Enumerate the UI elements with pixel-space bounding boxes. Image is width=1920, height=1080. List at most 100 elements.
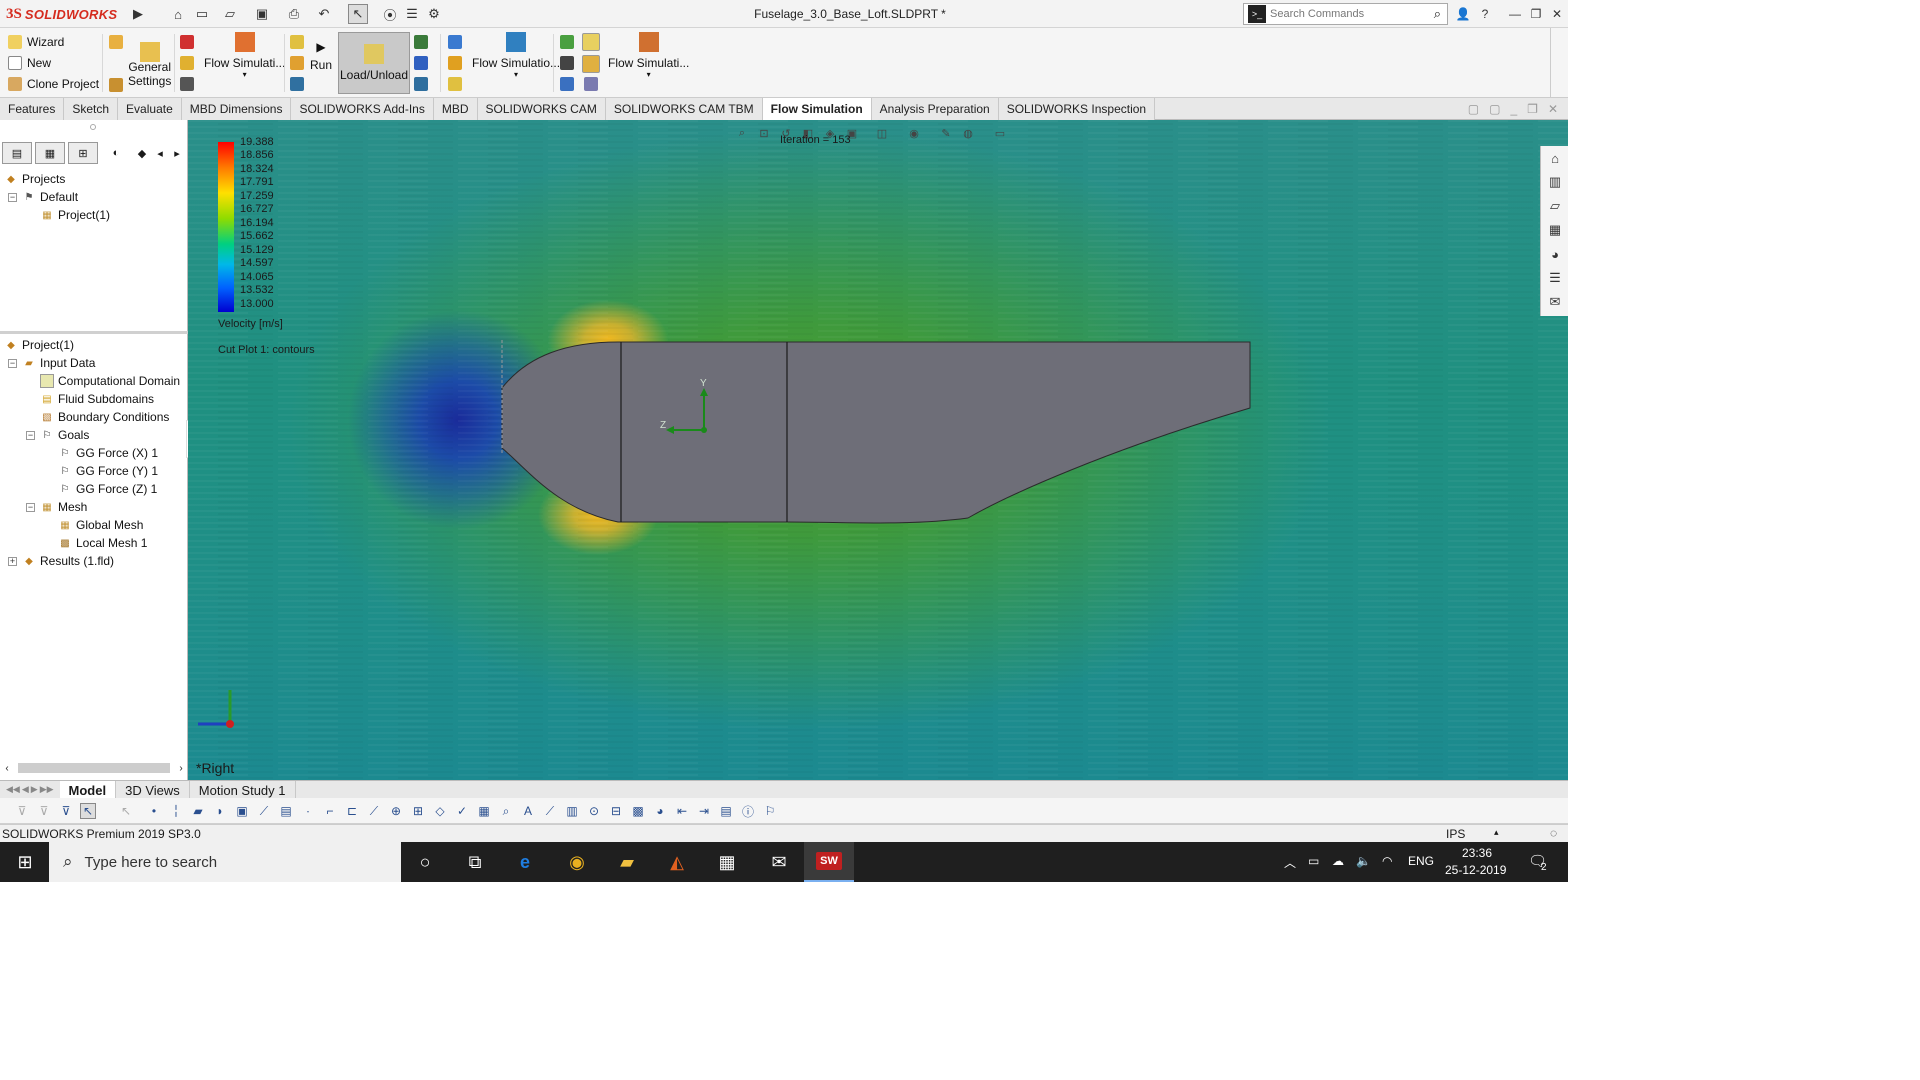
new-project-button[interactable]: New — [8, 53, 51, 73]
clock-time[interactable]: 23:36 — [1462, 846, 1492, 860]
tree-item-global-mesh[interactable]: ▦ Global Mesh — [58, 516, 143, 534]
copy-icon[interactable]: ▤ — [718, 803, 734, 819]
slash-icon[interactable]: ⟋ — [366, 803, 382, 819]
scroll-left-icon[interactable]: ◂ — [153, 142, 167, 164]
flow-simulation-dropdown-1[interactable]: Flow Simulati... ▾ — [204, 32, 285, 79]
file-properties-icon[interactable]: ☰ — [402, 4, 422, 24]
goal-plot-icon[interactable] — [560, 56, 574, 70]
graphics-viewport[interactable]: 19.388 18.856 18.324 17.791 17.259 16.72… — [188, 120, 1568, 780]
target-icon[interactable]: ⊕ — [388, 803, 404, 819]
scroll-left-arrow-icon[interactable]: ‹ — [0, 763, 14, 774]
windows-start-icon[interactable]: ⊞ — [0, 842, 50, 882]
view-settings-icon[interactable]: ▭ — [992, 125, 1008, 141]
mail-icon[interactable]: ✉ — [754, 842, 804, 882]
tab-solidworks-cam-tbm[interactable]: SOLIDWORKS CAM TBM — [605, 98, 763, 120]
settings-small-icon[interactable] — [109, 35, 123, 49]
edit-appearance-icon[interactable]: ✎ — [938, 125, 954, 141]
section-icon[interactable]: ⊞ — [410, 803, 426, 819]
flow-analysis-tab-icon[interactable]: ◆ — [134, 142, 150, 164]
animation-icon[interactable] — [584, 77, 598, 91]
box-icon[interactable]: ▣ — [234, 803, 250, 819]
minimize-doc-icon[interactable]: _ — [1510, 102, 1517, 116]
undo-icon[interactable]: ↶ — [314, 4, 334, 24]
panel-divider[interactable] — [0, 331, 188, 334]
goals-icon[interactable] — [180, 77, 194, 91]
new-document-icon[interactable]: ▭ — [192, 4, 212, 24]
solidworks-resources-icon[interactable]: ⌂ — [1541, 146, 1569, 170]
tab-flow-simulation[interactable]: Flow Simulation — [762, 98, 872, 120]
restore-icon[interactable]: ❐ — [1527, 4, 1545, 24]
reference-triad[interactable] — [188, 680, 248, 740]
search-commands-box[interactable]: >_ Search Commands ⌕ — [1243, 3, 1448, 25]
check-icon[interactable]: ✓ — [454, 803, 470, 819]
last-tab-icon[interactable]: ▶▶ — [40, 784, 54, 795]
fuselage-model[interactable] — [488, 330, 1268, 530]
close-doc-icon[interactable]: ✕ — [1548, 102, 1558, 116]
select-other-icon[interactable]: ↖ — [118, 803, 134, 819]
tab-scroll-controls[interactable]: ◀◀ ◀ ▶ ▶▶ — [0, 781, 60, 798]
point-parameters-icon[interactable] — [448, 77, 462, 91]
tree-item-local-mesh[interactable]: ▩ Local Mesh 1 — [58, 534, 147, 552]
onedrive-icon[interactable]: ☁ — [1332, 854, 1344, 868]
xy-plot-icon[interactable] — [560, 35, 574, 49]
tab-model[interactable]: Model — [59, 781, 117, 799]
dim-xpert-tab-icon[interactable]: ◐ — [101, 142, 131, 164]
calculator-icon[interactable] — [109, 78, 123, 92]
chrome-icon[interactable]: ◉ — [552, 842, 602, 882]
filter-edges-icon[interactable]: ⊽ — [58, 803, 74, 819]
command-manager-scrollbar[interactable] — [1550, 28, 1568, 98]
rotate-icon[interactable]: ◗ — [212, 803, 228, 819]
wizard-button[interactable]: Wizard — [8, 32, 64, 52]
tab-solidworks-add-ins[interactable]: SOLIDWORKS Add-Ins — [291, 98, 434, 120]
menu-expand-arrow-icon[interactable]: ▶ — [128, 4, 148, 24]
text-icon[interactable]: A — [520, 803, 536, 819]
flow-simulation-dropdown-2[interactable]: Flow Simulatio... ▾ — [472, 32, 560, 79]
create-mesh-icon[interactable] — [290, 35, 304, 49]
feature-manager-tab-icon[interactable]: ▤ — [2, 142, 32, 164]
save-icon[interactable]: ▣ — [252, 4, 272, 24]
tree-item-goal-y[interactable]: ⚐ GG Force (Y) 1 — [58, 462, 159, 480]
panel-grip-icon[interactable] — [90, 124, 96, 130]
image-icon[interactable]: ▩ — [630, 803, 646, 819]
custom-properties-icon[interactable]: ☰ — [1541, 266, 1569, 290]
configuration-manager-tab-icon[interactable]: ⊞ — [68, 142, 98, 164]
report-icon[interactable] — [560, 77, 574, 91]
taskbar-search-box[interactable]: ⌕ Type here to search — [49, 842, 401, 882]
surface-parameters-icon[interactable] — [448, 56, 462, 70]
open-icon[interactable]: ▱ — [220, 4, 240, 24]
next-tab-icon[interactable]: ▶ — [31, 784, 38, 795]
appearances-icon[interactable]: ◕ — [1541, 242, 1569, 266]
window-tile-controls[interactable]: ▢ ▢ _ ❐ ✕ — [1468, 98, 1568, 119]
solidworks-taskbar-icon[interactable]: SW — [804, 842, 854, 882]
filter-faces-icon[interactable]: ⊽ — [36, 803, 52, 819]
tile-icon[interactable]: ▢ — [1489, 102, 1500, 116]
scroll-right-arrow-icon[interactable]: › — [174, 763, 188, 774]
info-icon[interactable]: ⓘ — [740, 803, 756, 819]
export-icon[interactable]: ⊟ — [608, 803, 624, 819]
results-options-icon[interactable] — [414, 77, 428, 91]
tree-item-goal-z[interactable]: ⚐ GG Force (Z) 1 — [58, 480, 158, 498]
solidworks-forum-icon[interactable]: ✉ — [1541, 290, 1569, 314]
edge-icon[interactable]: e — [500, 842, 550, 882]
arrow-left-icon[interactable]: ⇤ — [674, 803, 690, 819]
run-button[interactable]: ▶ Run — [310, 40, 332, 72]
matlab-icon[interactable]: ◭ — [652, 842, 702, 882]
load-unload-button[interactable]: Load/Unload — [338, 32, 410, 94]
globe-icon[interactable]: ◕ — [652, 803, 668, 819]
scrollbar-thumb[interactable] — [18, 763, 170, 773]
wifi-icon[interactable]: ◠ — [1382, 854, 1392, 868]
tree-item-projects[interactable]: ◆ Projects — [4, 170, 65, 188]
line-icon[interactable]: ╎ — [168, 803, 184, 819]
horizontal-scrollbar[interactable]: ‹ › — [0, 760, 188, 776]
bulb-icon[interactable] — [582, 33, 600, 51]
zoom-to-fit-icon[interactable]: ⌕ — [734, 125, 750, 141]
print-icon[interactable]: ⎙ — [284, 4, 304, 24]
minimize-icon[interactable]: — — [1506, 4, 1524, 24]
monitor-icon[interactable] — [290, 77, 304, 91]
tree-item-boundary-conditions[interactable]: ▧ Boundary Conditions — [40, 408, 169, 426]
probe-icon[interactable]: ⊙ — [586, 803, 602, 819]
measure-icon[interactable]: ⟋ — [256, 803, 272, 819]
tree-item-default[interactable]: ⚑ Default — [22, 188, 79, 206]
taskbar-search-input[interactable]: Type here to search — [85, 854, 218, 871]
tab-solidworks-inspection[interactable]: SOLIDWORKS Inspection — [998, 98, 1156, 120]
